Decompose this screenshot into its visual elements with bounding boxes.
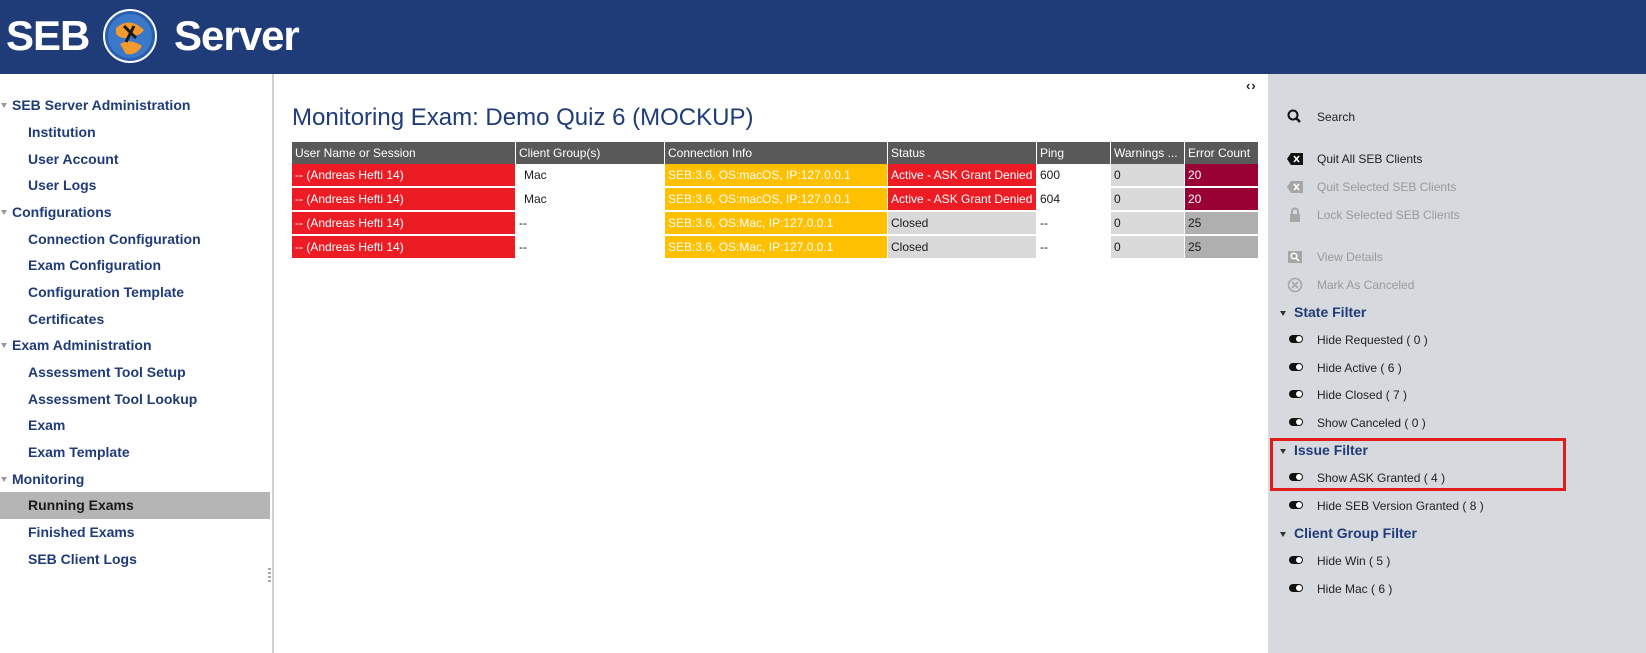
cell-ping: 604 xyxy=(1036,187,1111,212)
lock-icon xyxy=(1290,207,1300,222)
nav-item-exam-template[interactable]: Exam Template xyxy=(0,439,270,466)
quit-icon xyxy=(1287,153,1303,165)
quit-icon xyxy=(1287,181,1303,193)
column-header-warnings[interactable]: Warnings ... xyxy=(1110,142,1185,164)
nav-item-configuration-template[interactable]: Configuration Template xyxy=(0,279,270,306)
app-header: SEB Server xyxy=(0,0,1646,74)
cell-client-group: -- xyxy=(515,235,665,260)
nav-item-user-logs[interactable]: User Logs xyxy=(0,172,270,199)
cell-ping: 600 xyxy=(1036,164,1111,188)
table-header-row: User Name or Session Client Group(s) Con… xyxy=(292,142,1259,164)
client-connections-table: User Name or Session Client Group(s) Con… xyxy=(292,142,1259,260)
cell-status: Closed xyxy=(887,211,1037,236)
expand-triangle-icon[interactable] xyxy=(1,343,7,348)
nav-item-certificates[interactable]: Certificates xyxy=(0,306,270,333)
cell-client-group: Mac xyxy=(515,187,665,212)
nav-category-exam-administration[interactable]: Exam Administration xyxy=(0,332,270,359)
toggle-icon xyxy=(1289,390,1303,398)
column-header-client-group[interactable]: Client Group(s) xyxy=(515,142,665,164)
cell-error-count: 20 xyxy=(1184,187,1259,212)
issue-filter-highlight-box xyxy=(1270,438,1566,491)
cell-ping: -- xyxy=(1036,235,1111,260)
cell-connection-info: SEB:3.6, OS:Mac, IP:127.0.0.1 xyxy=(664,211,888,236)
table-row[interactable]: -- (Andreas Hefti 14) -- SEB:3.6, OS:Mac… xyxy=(292,211,1259,236)
collapse-triangle-icon xyxy=(1280,531,1286,537)
column-header-user[interactable]: User Name or Session xyxy=(292,142,516,164)
nav-item-assessment-tool-lookup[interactable]: Assessment Tool Lookup xyxy=(0,386,270,413)
table-row[interactable]: -- (Andreas Hefti 14) Mac SEB:3.6, OS:ma… xyxy=(292,187,1259,212)
toggle-icon xyxy=(1289,418,1303,426)
nav-item-running-exams[interactable]: Running Exams xyxy=(0,492,270,519)
table-row[interactable]: -- (Andreas Hefti 14) Mac SEB:3.6, OS:ma… xyxy=(292,164,1259,188)
toggle-icon xyxy=(1289,584,1303,592)
search-icon xyxy=(1287,109,1301,123)
nav-category-configurations[interactable]: Configurations xyxy=(0,199,270,226)
page-title: Monitoring Exam: Demo Quiz 6 (MOCKUP) xyxy=(292,104,754,131)
action-pane: Search Quit All SEB Clients Quit Selecte… xyxy=(1268,74,1646,653)
nav-item-connection-configuration[interactable]: Connection Configuration xyxy=(0,226,270,253)
toggle-icon xyxy=(1289,363,1303,371)
nav-item-exam-configuration[interactable]: Exam Configuration xyxy=(0,252,270,279)
main-content: ‹› Monitoring Exam: Demo Quiz 6 (MOCKUP)… xyxy=(274,74,1266,653)
nav-category-seb-server-administration[interactable]: SEB Server Administration xyxy=(0,92,270,119)
nav-item-assessment-tool-setup[interactable]: Assessment Tool Setup xyxy=(0,359,270,386)
toggle-icon xyxy=(1289,556,1303,564)
expand-triangle-icon[interactable] xyxy=(1,210,7,215)
nav-item-finished-exams[interactable]: Finished Exams xyxy=(0,519,270,546)
cell-status: Active - ASK Grant Denied xyxy=(887,164,1037,188)
nav-item-seb-client-logs[interactable]: SEB Client Logs xyxy=(0,546,270,573)
navigation-tree: SEB Server Administration Institution Us… xyxy=(0,74,274,653)
cancel-icon xyxy=(1287,277,1303,293)
cell-status: Closed xyxy=(887,235,1037,260)
cell-connection-info: SEB:3.6, OS:macOS, IP:127.0.0.1 xyxy=(664,164,888,188)
view-details-icon xyxy=(1288,251,1302,263)
cell-warnings: 0 xyxy=(1110,187,1185,212)
table-row[interactable]: -- (Andreas Hefti 14) -- SEB:3.6, OS:Mac… xyxy=(292,235,1259,260)
cell-user: -- (Andreas Hefti 14) xyxy=(292,211,516,236)
cell-user: -- (Andreas Hefti 14) xyxy=(292,187,516,212)
collapse-triangle-icon xyxy=(1280,310,1286,316)
toggle-icon xyxy=(1289,335,1303,343)
logo-text-seb: SEB xyxy=(6,12,90,59)
cell-client-group: Mac xyxy=(515,164,665,188)
cell-error-count: 25 xyxy=(1184,235,1259,260)
nav-item-institution[interactable]: Institution xyxy=(0,119,270,146)
client-group-filter-header[interactable]: Client Group Filter xyxy=(1280,523,1417,543)
cell-ping: -- xyxy=(1036,211,1111,236)
toggle-icon xyxy=(1289,501,1303,509)
expand-triangle-icon[interactable] xyxy=(1,477,7,482)
nav-category-monitoring[interactable]: Monitoring xyxy=(0,466,270,493)
cell-status: Active - ASK Grant Denied xyxy=(887,187,1037,212)
nav-item-exam[interactable]: Exam xyxy=(0,412,270,439)
cell-warnings: 0 xyxy=(1110,235,1185,260)
logo-globe-icon xyxy=(103,9,157,63)
nav-resize-handle[interactable] xyxy=(268,568,271,582)
cell-connection-info: SEB:3.6, OS:Mac, IP:127.0.0.1 xyxy=(664,235,888,260)
collapse-pane-toggle[interactable]: ‹› xyxy=(1246,78,1257,93)
cell-client-group: -- xyxy=(515,211,665,236)
cell-error-count: 20 xyxy=(1184,164,1259,188)
cell-user: -- (Andreas Hefti 14) xyxy=(292,235,516,260)
nav-item-user-account[interactable]: User Account xyxy=(0,146,270,173)
column-header-connection-info[interactable]: Connection Info xyxy=(664,142,888,164)
column-header-error-count[interactable]: Error Count xyxy=(1184,142,1259,164)
column-header-ping[interactable]: Ping xyxy=(1036,142,1111,164)
cell-warnings: 0 xyxy=(1110,211,1185,236)
cell-connection-info: SEB:3.6, OS:macOS, IP:127.0.0.1 xyxy=(664,187,888,212)
logo-text-server: Server xyxy=(174,12,300,59)
expand-triangle-icon[interactable] xyxy=(1,103,7,108)
cell-warnings: 0 xyxy=(1110,164,1185,188)
state-filter-header[interactable]: State Filter xyxy=(1280,302,1366,322)
cell-error-count: 25 xyxy=(1184,211,1259,236)
column-header-status[interactable]: Status xyxy=(887,142,1037,164)
cell-user: -- (Andreas Hefti 14) xyxy=(292,164,516,188)
